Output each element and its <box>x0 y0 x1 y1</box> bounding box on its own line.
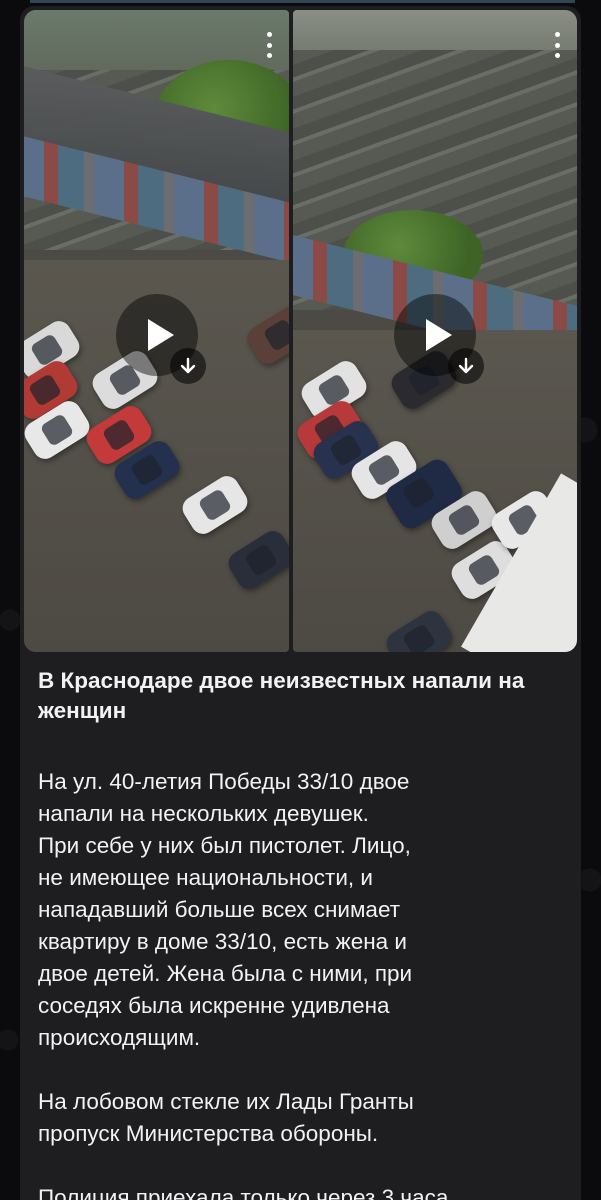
top-divider <box>30 0 575 3</box>
post-title: В Краснодаре двое неизвестных напали на … <box>38 668 525 723</box>
download-arrow-icon <box>458 357 474 374</box>
download-button-right[interactable] <box>448 348 484 384</box>
more-vertical-icon <box>554 32 560 37</box>
chat-screen: В Краснодаре двое неизвестных напали на … <box>0 0 601 1200</box>
play-icon <box>426 319 452 351</box>
download-button-left[interactable] <box>170 348 206 384</box>
download-arrow-icon <box>180 357 196 374</box>
more-options-button-left[interactable] <box>259 28 279 62</box>
post-text: В Краснодаре двое неизвестных напали на … <box>38 666 563 1200</box>
post-paragraph: На лобовом стекле их Лады Гранты пропуск… <box>38 1089 414 1146</box>
play-icon <box>148 319 174 351</box>
video-thumbnail-right[interactable] <box>293 10 577 652</box>
post-paragraph: На ул. 40-летия Победы 33/10 двое напали… <box>38 769 413 1050</box>
media-album <box>24 10 577 652</box>
video-thumbnail-left[interactable] <box>24 10 289 652</box>
more-options-button-right[interactable] <box>547 28 567 62</box>
more-vertical-icon <box>266 32 272 37</box>
post-paragraph: Полиция приехала только через 3 часа. <box>38 1185 455 1200</box>
message-bubble: В Краснодаре двое неизвестных напали на … <box>20 6 581 1200</box>
